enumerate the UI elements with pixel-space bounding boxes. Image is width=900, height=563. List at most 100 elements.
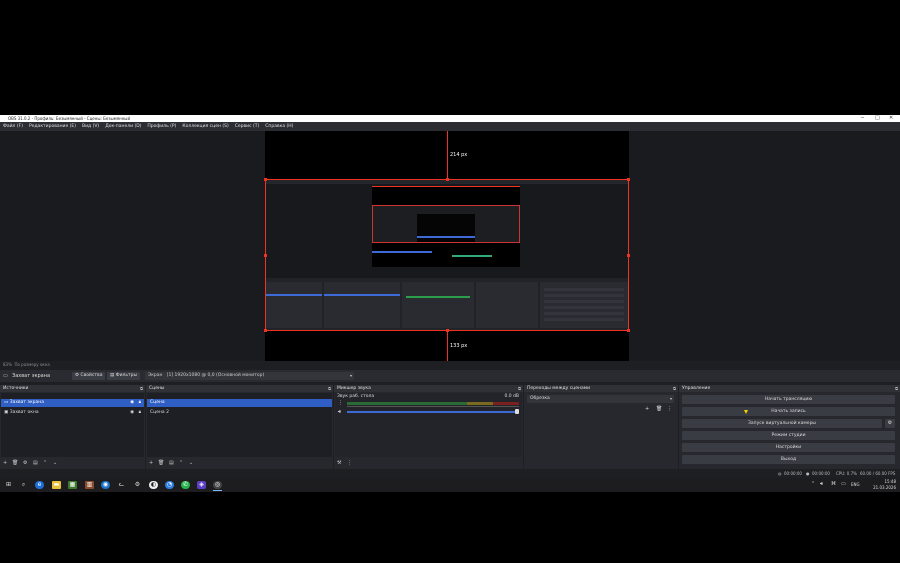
kebab-icon[interactable]: ⋮ — [347, 461, 352, 466]
lock-icon[interactable]: 🔒︎ — [139, 399, 141, 407]
eye-icon[interactable]: ◉ — [130, 409, 134, 417]
nested-button — [544, 318, 624, 321]
speaker-icon[interactable]: 🔊︎ — [338, 409, 341, 415]
display-select[interactable]: Экран [1] 1920x1080 @ 0,0 (Основной мони… — [145, 372, 354, 380]
studio-mode-button[interactable]: Режим студии — [682, 431, 895, 440]
close-icon[interactable]: ✕ — [889, 115, 893, 122]
resize-handle[interactable] — [446, 178, 449, 181]
battery-icon[interactable]: ▭ — [841, 481, 846, 487]
add-icon[interactable]: + — [645, 406, 649, 412]
resize-handle[interactable] — [627, 329, 630, 332]
list-item[interactable]: ▭ Захват экрана ◉ 🔒︎ — [1, 399, 144, 407]
edge-icon[interactable]: e — [35, 481, 44, 489]
undock-icon[interactable]: ⧉ — [895, 385, 898, 392]
undock-icon[interactable]: ⧉ — [518, 385, 521, 392]
nested-button — [544, 312, 624, 315]
app-icon[interactable]: ◉ — [101, 481, 110, 489]
resize-handle[interactable] — [627, 254, 630, 257]
minecraft-icon[interactable]: ▦ — [68, 481, 77, 489]
top-distance-guide — [447, 131, 448, 179]
sources-list: ▭ Захват экрана ◉ 🔒︎ ▣ Захват окна ◉ 🔒︎ — [1, 393, 144, 457]
file-explorer-icon[interactable]: ▬ — [52, 481, 61, 489]
settings-button[interactable]: Настройки — [682, 443, 895, 452]
menu-tools[interactable]: Сервис (T) — [235, 124, 260, 129]
whatsapp-icon[interactable]: ✆ — [181, 481, 190, 489]
resize-handle[interactable] — [627, 178, 630, 181]
search-icon[interactable]: ⌕ — [19, 481, 28, 489]
cat-app-icon[interactable]: ᓚ — [117, 481, 126, 489]
undock-icon[interactable]: ⧉ — [328, 385, 331, 392]
undock-icon[interactable]: ⧉ — [140, 385, 143, 392]
list-item[interactable]: Сцена 2 — [147, 409, 332, 417]
resize-handle[interactable] — [264, 329, 267, 332]
archive-icon[interactable]: ▥ — [85, 481, 94, 489]
speaker-icon[interactable]: 🔊︎ — [820, 481, 823, 487]
chevron-up-icon[interactable]: ⌃ — [43, 461, 47, 466]
stream-time: 00:00:00 — [784, 471, 802, 476]
list-item[interactable]: Сцена — [147, 399, 332, 407]
filter-icon[interactable]: ▤ — [33, 461, 38, 466]
app-icon[interactable]: ◈ — [197, 481, 206, 489]
add-icon[interactable]: + — [3, 461, 7, 466]
filters-button[interactable]: ▤ Фильтры — [107, 372, 141, 380]
obs-icon[interactable]: ◎ — [213, 481, 222, 489]
list-item[interactable]: ▣ Захват окна ◉ 🔒︎ — [1, 409, 144, 417]
cpu-usage: CPU: 0.7% — [836, 471, 857, 476]
scene-label: Сцена 2 — [150, 410, 169, 415]
trash-icon[interactable]: 🗑︎ — [158, 461, 164, 466]
undock-icon[interactable]: ⧉ — [673, 385, 676, 392]
zoom-level[interactable]: 83% — [3, 362, 12, 367]
chevron-up-icon[interactable]: ⌃ — [179, 461, 183, 466]
menu-help[interactable]: Справка (H) — [265, 124, 293, 129]
gear-icon[interactable]: ⚙ — [23, 461, 27, 466]
title-bar: OBS 31.0.2 - Профиль: Безымянный - Сцены… — [0, 115, 900, 122]
clock[interactable]: 15:48 21.03.2026 — [873, 479, 896, 491]
kebab-icon[interactable]: ⋮ — [338, 400, 343, 406]
nested-sources — [266, 282, 322, 328]
language-indicator[interactable]: ENG — [851, 482, 860, 487]
wrench-icon[interactable]: ⚒ — [337, 461, 341, 466]
source-bounding-box[interactable] — [264, 178, 630, 332]
chevron-down-icon[interactable]: ⌄ — [53, 461, 57, 466]
start-virtual-camera-button[interactable]: Запуск виртуальной камеры — [682, 419, 882, 428]
maximize-icon[interactable]: □ — [875, 115, 880, 122]
exit-button[interactable]: Выход — [682, 455, 895, 464]
properties-button[interactable]: ⚙ Свойства — [72, 372, 106, 380]
menu-edit[interactable]: Редактирование (E) — [29, 124, 76, 129]
preview-canvas[interactable]: 214 px 133 px — [264, 131, 630, 361]
menu-view[interactable]: Вид (V) — [82, 124, 99, 129]
menu-file[interactable]: Файл (F) — [3, 124, 23, 129]
start-recording-button[interactable]: Начать запись — [682, 407, 895, 416]
network-icon[interactable]: ⌘ — [831, 481, 836, 487]
windows-start-icon[interactable]: ⊞ — [4, 481, 13, 489]
level-meter-green — [347, 402, 467, 405]
volume-slider-handle[interactable] — [515, 409, 519, 414]
filter-icon[interactable]: ▤ — [169, 461, 174, 466]
preview-area[interactable]: 214 px 133 px — [0, 131, 900, 361]
resize-handle[interactable] — [264, 178, 267, 181]
app-icon[interactable]: ◐ — [149, 481, 158, 489]
menu-scene-collection[interactable]: Коллекция сцен (S) — [182, 124, 228, 129]
settings-gear-icon[interactable]: ⚙ — [133, 481, 142, 489]
lock-icon[interactable]: 🔒︎ — [139, 409, 141, 417]
minimize-icon[interactable]: ─ — [861, 115, 864, 122]
tray-chevron-icon[interactable]: ⌃ — [811, 481, 815, 487]
start-streaming-button[interactable]: Начать трансляцию — [682, 395, 895, 404]
trash-icon[interactable]: 🗑︎ — [12, 461, 18, 466]
menu-docks[interactable]: Док-панели (D) — [105, 124, 141, 129]
gear-icon[interactable]: ⚙ — [885, 419, 895, 428]
app-icon[interactable]: ◔ — [165, 481, 174, 489]
eye-icon[interactable]: ◉ — [130, 399, 134, 407]
volume-slider[interactable] — [347, 411, 517, 413]
kebab-icon[interactable]: ⋮ — [667, 406, 672, 412]
obs-window: OBS 31.0.2 - Профиль: Безымянный - Сцены… — [0, 115, 900, 478]
menu-profile[interactable]: Профиль (P) — [147, 124, 176, 129]
chevron-down-icon[interactable]: ⌄ — [189, 461, 193, 466]
add-icon[interactable]: + — [149, 461, 153, 466]
trash-icon[interactable]: 🗑︎ — [656, 406, 662, 412]
transition-value: Обрезка — [530, 396, 550, 401]
transition-select[interactable]: Обрезка ▾ — [527, 395, 674, 403]
nested-scenes — [324, 282, 400, 328]
zoom-fit-label[interactable]: По размеру окна — [14, 362, 49, 367]
resize-handle[interactable] — [264, 254, 267, 257]
